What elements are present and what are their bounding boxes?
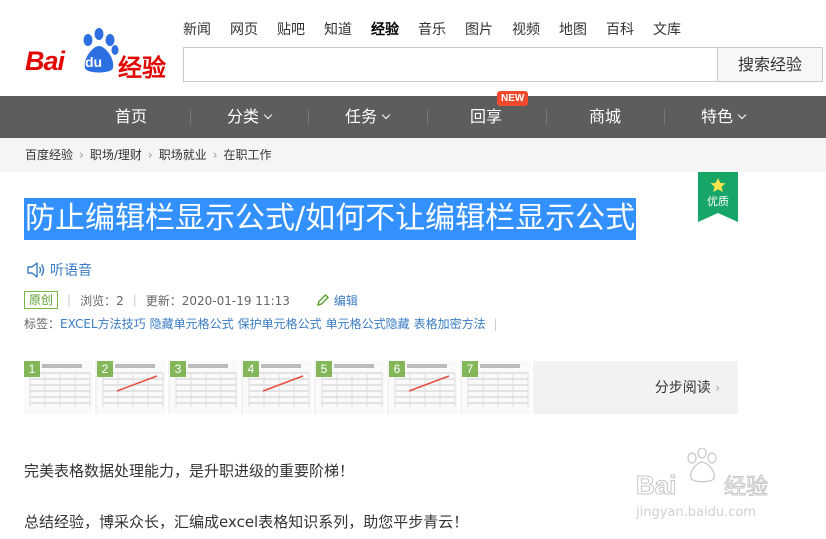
svg-text:经验: 经验 xyxy=(724,475,768,500)
step-reading-link[interactable]: 分步阅读 › xyxy=(655,377,720,397)
tag-list: 标签：EXCEL方法技巧 隐藏单元格公式 保护单元格公式 单元格公式隐藏 表格加密方法 … xyxy=(24,315,498,332)
tag-link-1[interactable]: 隐藏单元格公式 xyxy=(150,317,234,331)
chevron-right-icon: › xyxy=(212,148,218,162)
chevron-right-icon: › xyxy=(147,148,153,162)
nav-item-4[interactable]: 商城 xyxy=(546,96,664,138)
tag-link-0[interactable]: EXCEL方法技巧 xyxy=(60,317,146,331)
top-link-3[interactable]: 知道 xyxy=(324,19,352,39)
search-input[interactable] xyxy=(183,47,717,82)
nav-item-5[interactable]: 特色 xyxy=(664,96,782,138)
intro-paragraph-2: 总结经验，博采众长，汇编成excel表格知识系列，助您平步青云！ xyxy=(24,513,469,531)
step-number: 7 xyxy=(462,361,478,377)
nav-divider xyxy=(427,109,428,125)
step-thumbnail-5[interactable]: 5 xyxy=(316,361,387,414)
quality-label: 优质 xyxy=(707,195,729,208)
top-link-2[interactable]: 贴吧 xyxy=(277,19,305,39)
tag-link-4[interactable]: 表格加密方法 xyxy=(414,317,486,331)
step-number: 2 xyxy=(97,361,113,377)
speaker-icon xyxy=(27,262,45,278)
svg-text:Bai: Bai xyxy=(636,470,676,500)
tags-prefix: 标签： xyxy=(24,317,61,331)
nav-item-label: 分类 xyxy=(226,107,259,126)
edit-link[interactable]: 编辑 xyxy=(334,292,358,309)
article-title: 防止编辑栏显示公式/如何不让编辑栏显示公式 xyxy=(24,198,637,240)
nav-divider xyxy=(190,109,191,125)
step-reading-label: 分步阅读 xyxy=(654,380,711,396)
nav-item-label: 特色 xyxy=(700,107,733,126)
step-number: 4 xyxy=(243,361,259,377)
chevron-right-icon: › xyxy=(715,381,720,395)
step-thumbnail-3[interactable]: 3 xyxy=(170,361,241,414)
chevron-down-icon xyxy=(263,110,273,120)
step-thumbnail-1[interactable]: 1 xyxy=(24,361,95,414)
step-number: 1 xyxy=(24,361,40,377)
search-button[interactable]: 搜索经验 xyxy=(717,47,823,82)
divider: | xyxy=(67,293,72,307)
breadcrumb: 百度经验 › 职场/理财 › 职场就业 › 在职工作 xyxy=(0,138,826,172)
nav-divider xyxy=(664,109,665,125)
view-count: 浏览：2 xyxy=(80,293,124,308)
top-link-4[interactable]: 经验 xyxy=(371,19,399,39)
baidu-watermark: Bai 经验 jingyan.baidu.com xyxy=(636,448,769,520)
chevron-right-icon: › xyxy=(79,148,84,162)
nav-item-label: 回享 xyxy=(469,107,502,126)
divider: | xyxy=(489,317,498,331)
breadcrumb-item-2[interactable]: 职场就业 xyxy=(159,148,207,162)
listen-button[interactable]: 听语音 xyxy=(26,259,92,281)
tag-link-3[interactable]: 单元格公式隐藏 xyxy=(326,317,410,331)
logo-text-jingyan: 经验 xyxy=(118,54,166,82)
top-link-8[interactable]: 地图 xyxy=(559,19,587,39)
logo-text-du: du xyxy=(85,54,103,70)
intro-paragraph-1: 完美表格数据处理能力，是升职进级的重要阶梯！ xyxy=(24,462,355,480)
baidu-jingyan-logo[interactable]: Bai du 经验 xyxy=(25,28,170,82)
top-links: 新闻 网页 贴吧 知道 经验 音乐 图片 视频 地图 百科 文库 xyxy=(183,19,700,39)
listen-label: 听语音 xyxy=(50,263,92,279)
breadcrumb-item-0[interactable]: 百度经验 xyxy=(25,148,73,162)
nav-divider xyxy=(546,109,547,125)
step-thumbnail-6[interactable]: 6 xyxy=(389,361,460,414)
top-link-9[interactable]: 百科 xyxy=(606,19,634,39)
nav-item-0[interactable]: 首页 xyxy=(72,96,190,138)
new-badge: NEW xyxy=(497,91,529,106)
step-number: 3 xyxy=(170,361,186,377)
step-thumbnail-2[interactable]: 2 xyxy=(97,361,168,414)
step-thumbnail-4[interactable]: 4 xyxy=(243,361,314,414)
top-link-7[interactable]: 视频 xyxy=(512,19,540,39)
nav-item-label: 首页 xyxy=(114,107,147,126)
top-link-5[interactable]: 音乐 xyxy=(418,19,446,39)
top-link-0[interactable]: 新闻 xyxy=(183,19,211,39)
step-number: 5 xyxy=(316,361,332,377)
top-link-1[interactable]: 网页 xyxy=(230,19,258,39)
divider: | xyxy=(132,293,137,307)
logo-text-bai: Bai xyxy=(25,46,65,76)
nav-item-label: 任务 xyxy=(344,107,377,126)
step-number: 6 xyxy=(389,361,405,377)
nav-item-2[interactable]: 任务 xyxy=(308,96,426,138)
quality-badge: 优质 xyxy=(698,172,738,222)
chevron-down-icon xyxy=(737,110,747,120)
pencil-icon[interactable] xyxy=(316,293,330,307)
svg-text:jingyan.baidu.com: jingyan.baidu.com xyxy=(636,505,756,520)
breadcrumb-item-3[interactable]: 在职工作 xyxy=(224,148,272,162)
step-thumbnail-7[interactable]: 7 xyxy=(462,361,533,414)
chevron-down-icon xyxy=(381,110,391,120)
main-nav: 首页 分类 任务 回享 商城 特色 xyxy=(0,96,826,138)
top-link-6[interactable]: 图片 xyxy=(465,19,493,39)
original-badge: 原创 xyxy=(24,291,59,309)
nav-item-label: 商城 xyxy=(588,107,621,126)
updated-time: 更新：2020-01-19 11:13 xyxy=(145,293,290,308)
step-thumbnails: 分步阅读 › 1 2 3 4 5 6 7 xyxy=(24,361,738,414)
article-meta: 原创 | 浏览：2 | 更新：2020-01-19 11:13 编辑 xyxy=(24,291,358,309)
top-link-10[interactable]: 文库 xyxy=(653,19,681,39)
tag-link-2[interactable]: 保护单元格公式 xyxy=(238,317,322,331)
breadcrumb-item-1[interactable]: 职场/理财 xyxy=(90,148,142,162)
nav-item-1[interactable]: 分类 xyxy=(190,96,308,138)
nav-divider xyxy=(308,109,309,125)
